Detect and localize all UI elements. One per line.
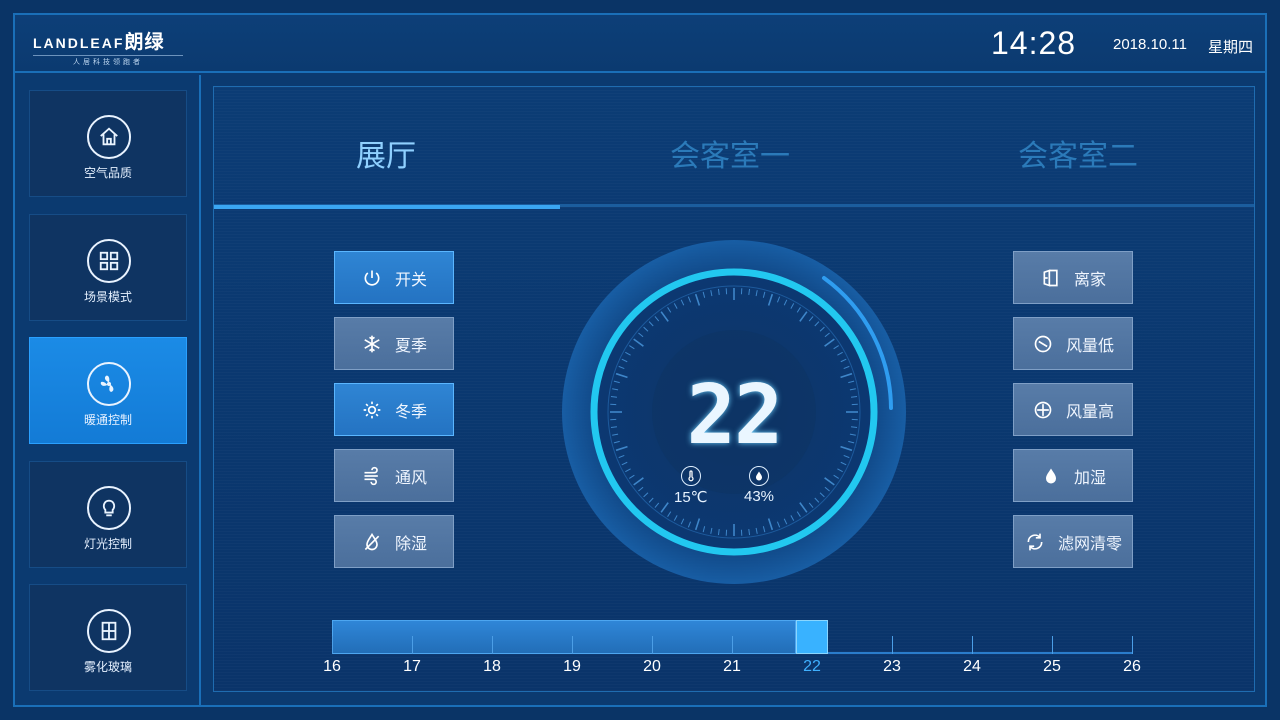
indoor-temperature: 15℃ <box>674 466 708 506</box>
tab-exhibition-hall[interactable]: 展厅 <box>356 131 416 175</box>
button-label: 加湿 <box>1073 469 1106 487</box>
home-icon <box>87 115 131 159</box>
slider-tick-label: 23 <box>883 658 901 675</box>
dehumidify-icon <box>361 531 383 553</box>
fan-high-icon <box>1032 399 1054 421</box>
fan-icon <box>87 362 131 406</box>
setpoint-temperature: 22 <box>686 368 784 463</box>
sidebar-item-label: 场景模式 <box>83 290 132 304</box>
sidebar-item-smart-glass[interactable]: 雾化玻璃 <box>29 584 187 691</box>
top-bar: LANDLEAF朗绿 人居科技领跑者 14:28 2018.10.11 星期四 <box>15 15 1265 73</box>
power-button[interactable]: 开关 <box>334 251 454 304</box>
tab-meeting-room-1[interactable]: 会客室一 <box>670 131 790 175</box>
temperature-slider[interactable]: 16 17 18 19 20 21 22 23 24 25 26 <box>323 620 1141 675</box>
sidebar-item-hvac-control[interactable]: 暖通控制 <box>29 337 187 444</box>
leave-home-icon <box>1040 267 1062 289</box>
slider-tick <box>412 636 413 654</box>
date-text: 2018.10.11 <box>1113 36 1187 53</box>
sidebar-item-scene-mode[interactable]: 场景模式 <box>29 214 187 321</box>
slider-tick-label: 20 <box>643 658 661 675</box>
slider-tick <box>1132 636 1133 654</box>
slider-tick <box>492 636 493 654</box>
slider-tick <box>332 636 333 654</box>
refresh-icon <box>1024 531 1046 553</box>
slider-tick-label: 19 <box>563 658 581 675</box>
winter-mode-button[interactable]: 冬季 <box>334 383 454 436</box>
ventilation-button[interactable]: 通风 <box>334 449 454 502</box>
tab-indicator <box>214 205 560 209</box>
button-label: 风量低 <box>1065 337 1114 355</box>
snowflake-icon <box>361 333 383 355</box>
slider-tick-label: 25 <box>1043 658 1061 675</box>
button-label: 滤网清零 <box>1057 535 1122 553</box>
grid-icon <box>87 239 131 283</box>
leave-home-button[interactable]: 离家 <box>1013 251 1133 304</box>
sun-icon <box>361 399 383 421</box>
slider-tick <box>732 636 733 654</box>
slider-tick-label: 17 <box>403 658 421 675</box>
slider-tick <box>972 636 973 654</box>
filter-reset-button[interactable]: 滤网清零 <box>1013 515 1133 568</box>
power-icon <box>361 267 383 289</box>
slider-tick-label: 26 <box>1123 658 1141 675</box>
slider-tick <box>572 636 573 654</box>
sidebar-item-label: 雾化玻璃 <box>83 660 132 674</box>
indoor-humidity: 43% <box>744 466 774 505</box>
room-tabs: 展厅 会客室一 会客室二 <box>214 87 1254 209</box>
humidify-button[interactable]: 加湿 <box>1013 449 1133 502</box>
wind-icon <box>361 465 383 487</box>
slider-fill <box>332 620 796 654</box>
sidebar: 空气品质 场景模式 暖通控制 灯光控制 雾化玻璃 <box>15 75 201 705</box>
slider-tick-label: 22 <box>803 658 821 675</box>
button-label: 冬季 <box>394 403 427 421</box>
tab-meeting-room-2[interactable]: 会客室二 <box>1018 131 1138 175</box>
logo-slogan: 人居科技领跑者 <box>33 55 183 67</box>
button-label: 通风 <box>394 469 427 487</box>
indoor-temperature-value: 15℃ <box>674 489 708 506</box>
slider-tick-label: 18 <box>483 658 501 675</box>
sidebar-item-air-quality[interactable]: 空气品质 <box>29 90 187 197</box>
droplet-icon <box>1040 465 1062 487</box>
button-label: 除湿 <box>394 535 427 553</box>
thermometer-icon <box>680 466 701 486</box>
summer-mode-button[interactable]: 夏季 <box>334 317 454 370</box>
button-label: 风量高 <box>1065 403 1114 421</box>
slider-thumb[interactable] <box>796 620 828 654</box>
slider-tick <box>1052 636 1053 654</box>
humidity-value: 43% <box>744 488 775 505</box>
dehumidify-button[interactable]: 除湿 <box>334 515 454 568</box>
fan-high-button[interactable]: 风量高 <box>1013 383 1133 436</box>
fan-low-button[interactable]: 风量低 <box>1013 317 1133 370</box>
sidebar-item-label: 空气品质 <box>83 166 132 180</box>
sidebar-item-label: 暖通控制 <box>83 413 132 427</box>
brand-logo: LANDLEAF朗绿 人居科技领跑者 <box>33 27 183 67</box>
main-panel: 展厅 会客室一 会客室二 开关 夏季 冬季 通风 除湿 22 15℃ 43% 离… <box>213 86 1255 692</box>
fan-low-icon <box>1032 333 1054 355</box>
slider-tick-label: 24 <box>963 658 981 675</box>
slider-tick-label: 16 <box>323 658 341 675</box>
bulb-icon <box>87 486 131 530</box>
slider-tick <box>652 636 653 654</box>
temperature-dial[interactable]: 22 15℃ 43% <box>560 238 908 586</box>
button-label: 夏季 <box>394 337 427 355</box>
clock-time: 14:28 <box>991 25 1077 61</box>
logo-cn: 朗绿 <box>124 32 165 53</box>
weekday-text: 星期四 <box>1208 39 1254 56</box>
button-label: 离家 <box>1073 271 1106 289</box>
sidebar-item-light-control[interactable]: 灯光控制 <box>29 461 187 568</box>
humidity-icon <box>749 466 770 486</box>
sidebar-item-label: 灯光控制 <box>83 537 132 551</box>
slider-tick <box>892 636 893 654</box>
slider-tick-label: 21 <box>723 658 741 675</box>
window-icon <box>87 609 131 653</box>
logo-latin: LANDLEAF <box>33 35 125 51</box>
app-frame: LANDLEAF朗绿 人居科技领跑者 14:28 2018.10.11 星期四 … <box>13 13 1267 707</box>
button-label: 开关 <box>394 271 427 289</box>
